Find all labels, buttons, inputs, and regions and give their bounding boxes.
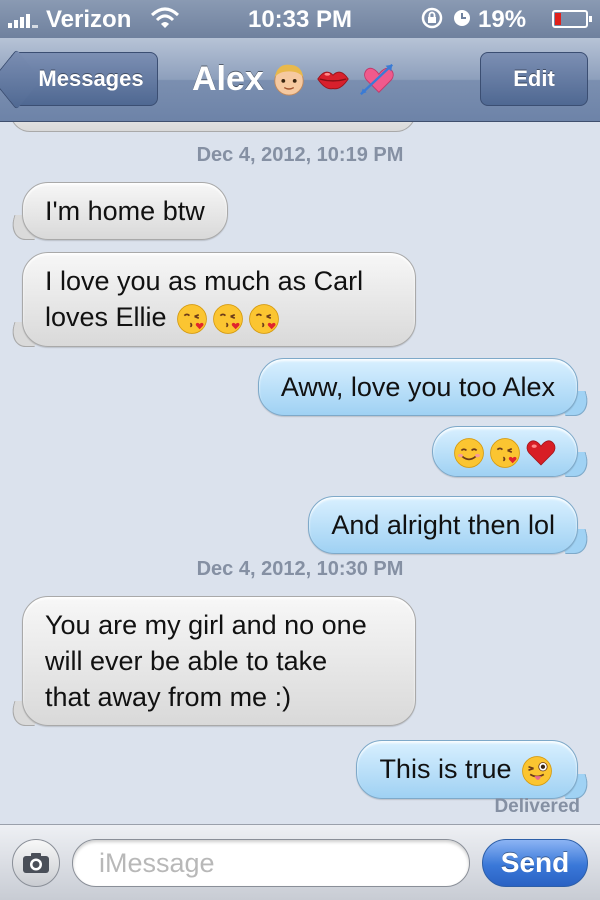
delivered-status: Delivered (494, 796, 580, 817)
kissing-face-icon (247, 302, 281, 336)
kissing-face-icon (175, 302, 209, 336)
heart-with-arrow-icon (358, 60, 396, 98)
edit-button[interactable]: Edit (480, 52, 588, 106)
outgoing-message[interactable]: Aww, love you too Alex (257, 358, 578, 416)
incoming-message[interactable]: You are my girl and no one will ever be … (22, 596, 416, 726)
outgoing-message[interactable]: This is true (356, 740, 578, 799)
incoming-message[interactable]: I'm home btw (22, 182, 228, 240)
message-text: And alright then lol (331, 510, 555, 540)
boy-face-icon (270, 60, 308, 98)
outgoing-message[interactable]: And alright then lol (308, 496, 578, 554)
kiss-lips-icon (314, 60, 352, 98)
message-text: You are my girl and no one (45, 610, 367, 640)
outgoing-message[interactable] (432, 426, 578, 477)
contact-name: Alex (192, 59, 264, 98)
incoming-message[interactable]: I love you as much as Carl loves Ellie (22, 252, 416, 347)
message-text: loves Ellie (45, 302, 167, 332)
battery-percentage: 19% (478, 6, 527, 33)
camera-button[interactable] (12, 839, 60, 887)
winking-tongue-face-icon (520, 754, 554, 788)
back-button-label: Messages (38, 66, 144, 91)
timestamp: Dec 4, 2012, 10:30 PM (196, 558, 404, 580)
rotation-lock-icon (421, 7, 443, 29)
message-list[interactable]: Dec 4, 2012, 10:19 PM I'm home btw I lov… (0, 122, 600, 824)
message-text: I'm home btw (45, 196, 205, 226)
message-input-bar: Send (0, 824, 600, 900)
kissing-face-icon (211, 302, 245, 336)
battery-icon (552, 10, 592, 28)
conversation-title: Alex (192, 54, 396, 104)
message-text: that away from me :) (45, 682, 292, 712)
timestamp: Dec 4, 2012, 10:19 PM (196, 144, 404, 166)
red-heart-icon (524, 436, 558, 470)
smiling-face-icon (452, 436, 486, 470)
kissing-face-icon (488, 436, 522, 470)
status-bar: Verizon 10:33 PM 19% (0, 0, 600, 38)
message-text: This is true (379, 754, 512, 784)
message-text: I love you as much as Carl (45, 266, 364, 296)
alarm-clock-icon (454, 10, 470, 26)
message-text: Aww, love you too Alex (280, 372, 555, 402)
message-text: will ever be able to take (45, 646, 328, 676)
navigation-bar: Messages Alex Edit (0, 38, 600, 122)
partial-message-bubble (10, 122, 416, 132)
messages-back-button[interactable]: Messages (10, 52, 158, 106)
imessage-input[interactable] (72, 839, 470, 887)
camera-icon (23, 853, 49, 873)
battery-level-fill (555, 13, 561, 25)
send-button[interactable]: Send (482, 839, 588, 887)
